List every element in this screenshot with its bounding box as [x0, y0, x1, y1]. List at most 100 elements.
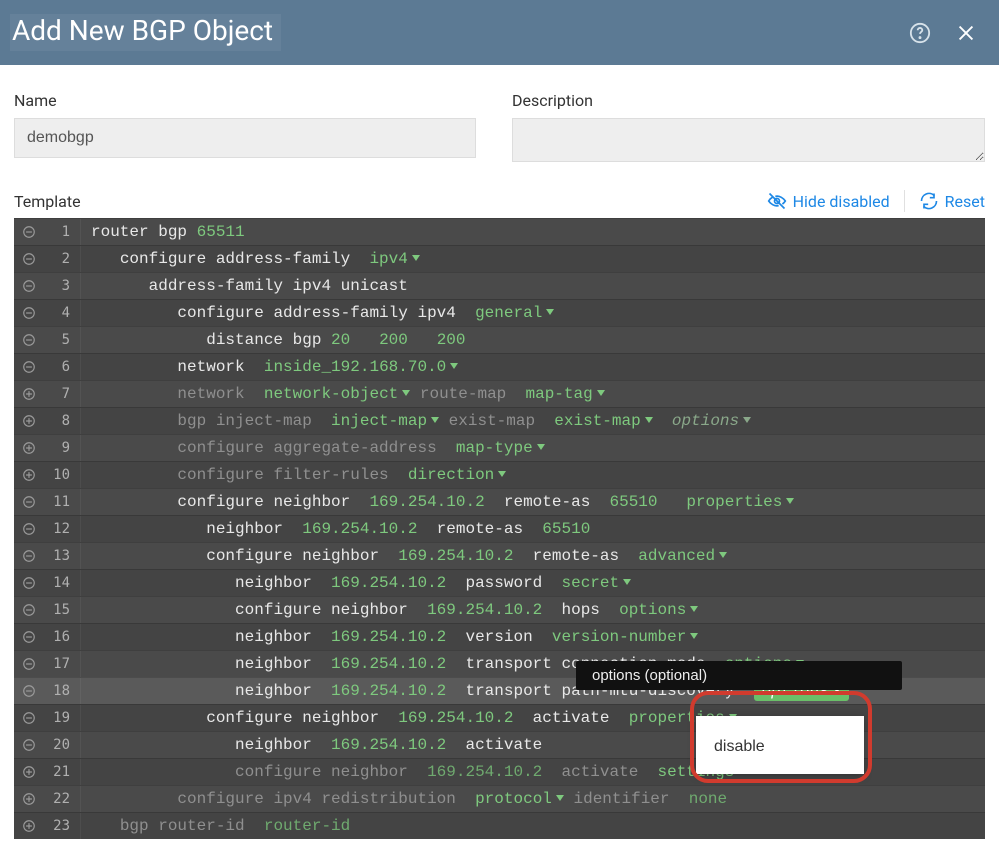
- dropdown-token[interactable]: advanced: [638, 547, 727, 565]
- help-icon[interactable]: [909, 22, 931, 44]
- expand-icon[interactable]: [14, 468, 44, 482]
- code-token: 169.254.10.2: [331, 682, 446, 700]
- description-input[interactable]: [512, 118, 985, 162]
- expand-icon[interactable]: [14, 819, 44, 833]
- collapse-icon[interactable]: [14, 684, 44, 698]
- line-number: 21: [44, 764, 80, 780]
- code-token: 169.254.10.2: [331, 574, 446, 592]
- code-token: router-id: [264, 817, 350, 835]
- collapse-icon[interactable]: [14, 657, 44, 671]
- dropdown-token[interactable]: protocol: [475, 790, 564, 808]
- code-token: network: [177, 385, 263, 403]
- line-number: 1: [44, 224, 80, 240]
- dropdown-token[interactable]: properties: [686, 493, 794, 511]
- expand-icon[interactable]: [14, 414, 44, 428]
- dropdown-token[interactable]: version-number: [552, 628, 698, 646]
- hide-disabled-label: Hide disabled: [793, 192, 890, 211]
- collapse-icon[interactable]: [14, 225, 44, 239]
- code-row: 7 network network-object route-map map-t…: [14, 380, 985, 407]
- collapse-icon[interactable]: [14, 252, 44, 266]
- dropdown-token[interactable]: inside_192.168.70.0: [264, 358, 458, 376]
- dropdown-token[interactable]: map-type: [456, 439, 545, 457]
- code-token: identifier: [564, 790, 689, 808]
- code-token: configure neighbor: [177, 493, 369, 511]
- code-token: configure address-family ipv4: [177, 304, 475, 322]
- code-token: neighbor: [235, 736, 331, 754]
- code-content: network inside_192.168.70.0: [81, 354, 985, 380]
- expand-icon[interactable]: [14, 441, 44, 455]
- line-number: 12: [44, 521, 80, 537]
- line-number: 17: [44, 656, 80, 672]
- code-token: 169.254.10.2: [427, 763, 542, 781]
- dropdown-token[interactable]: inject-map: [331, 412, 439, 430]
- expand-icon[interactable]: [14, 792, 44, 806]
- collapse-icon[interactable]: [14, 522, 44, 536]
- dropdown-item-disable[interactable]: disable: [696, 730, 864, 764]
- dropdown-token[interactable]: secret: [561, 574, 631, 592]
- code-token: network: [177, 358, 263, 376]
- code-token: password: [446, 574, 561, 592]
- dropdown-token[interactable]: direction: [408, 466, 506, 484]
- code-row: 13 configure neighbor 169.254.10.2 remot…: [14, 542, 985, 569]
- line-number: 19: [44, 710, 80, 726]
- name-input[interactable]: [14, 118, 476, 158]
- code-content: neighbor 169.254.10.2 remote-as 65510: [81, 516, 985, 542]
- collapse-icon[interactable]: [14, 333, 44, 347]
- code-token: configure neighbor: [235, 763, 427, 781]
- close-icon[interactable]: [955, 22, 977, 44]
- line-number: 10: [44, 467, 80, 483]
- code-row: 12 neighbor 169.254.10.2 remote-as 65510: [14, 515, 985, 542]
- collapse-icon[interactable]: [14, 495, 44, 509]
- line-number: 7: [44, 386, 80, 402]
- collapse-icon[interactable]: [14, 711, 44, 725]
- dropdown-token[interactable]: ipv4: [369, 250, 419, 268]
- code-token: 169.254.10.2: [398, 547, 513, 565]
- code-row: 4 configure address-family ipv4 general: [14, 299, 985, 326]
- dropdown-token[interactable]: general: [475, 304, 554, 322]
- collapse-icon[interactable]: [14, 549, 44, 563]
- dropdown-token[interactable]: exist-map: [554, 412, 652, 430]
- collapse-icon[interactable]: [14, 306, 44, 320]
- code-token: 169.254.10.2: [369, 493, 484, 511]
- collapse-icon[interactable]: [14, 738, 44, 752]
- code-token: configure neighbor: [235, 601, 427, 619]
- code-token: remote-as: [485, 493, 610, 511]
- line-number: 23: [44, 818, 80, 834]
- expand-icon[interactable]: [14, 387, 44, 401]
- collapse-icon[interactable]: [14, 360, 44, 374]
- line-number: 14: [44, 575, 80, 591]
- line-number: 16: [44, 629, 80, 645]
- code-row: 8 bgp inject-map inject-map exist-map ex…: [14, 407, 985, 434]
- dropdown-token[interactable]: map-tag: [525, 385, 604, 403]
- code-row: 23 bgp router-id router-id: [14, 812, 985, 839]
- code-token: activate: [446, 736, 542, 754]
- code-token: 169.254.10.2: [331, 628, 446, 646]
- options-dropdown[interactable]: disable: [696, 716, 864, 774]
- code-token: 65510: [610, 493, 658, 511]
- hide-disabled-button[interactable]: Hide disabled: [767, 191, 890, 211]
- dropdown-token[interactable]: options: [672, 412, 751, 430]
- description-label: Description: [512, 91, 985, 110]
- code-content: neighbor 169.254.10.2 password secret: [81, 570, 985, 596]
- code-token: 20: [331, 331, 350, 349]
- code-row: 5 distance bgp 20 200 200: [14, 326, 985, 353]
- name-label: Name: [14, 91, 476, 110]
- line-number: 5: [44, 332, 80, 348]
- code-token: 169.254.10.2: [398, 709, 513, 727]
- code-content: neighbor 169.254.10.2 version version-nu…: [81, 624, 985, 650]
- collapse-icon[interactable]: [14, 279, 44, 293]
- code-content: address-family ipv4 unicast: [81, 273, 985, 299]
- collapse-icon[interactable]: [14, 603, 44, 617]
- reset-button[interactable]: Reset: [919, 191, 985, 211]
- dropdown-token[interactable]: network-object: [264, 385, 410, 403]
- code-row: 9 configure aggregate-address map-type: [14, 434, 985, 461]
- code-token: router bgp: [91, 223, 197, 241]
- code-token: version: [446, 628, 552, 646]
- expand-icon[interactable]: [14, 765, 44, 779]
- collapse-icon[interactable]: [14, 630, 44, 644]
- code-row: 3 address-family ipv4 unicast: [14, 272, 985, 299]
- code-token: activate: [513, 709, 628, 727]
- collapse-icon[interactable]: [14, 576, 44, 590]
- code-token: bgp router-id: [120, 817, 264, 835]
- dropdown-token[interactable]: options: [619, 601, 698, 619]
